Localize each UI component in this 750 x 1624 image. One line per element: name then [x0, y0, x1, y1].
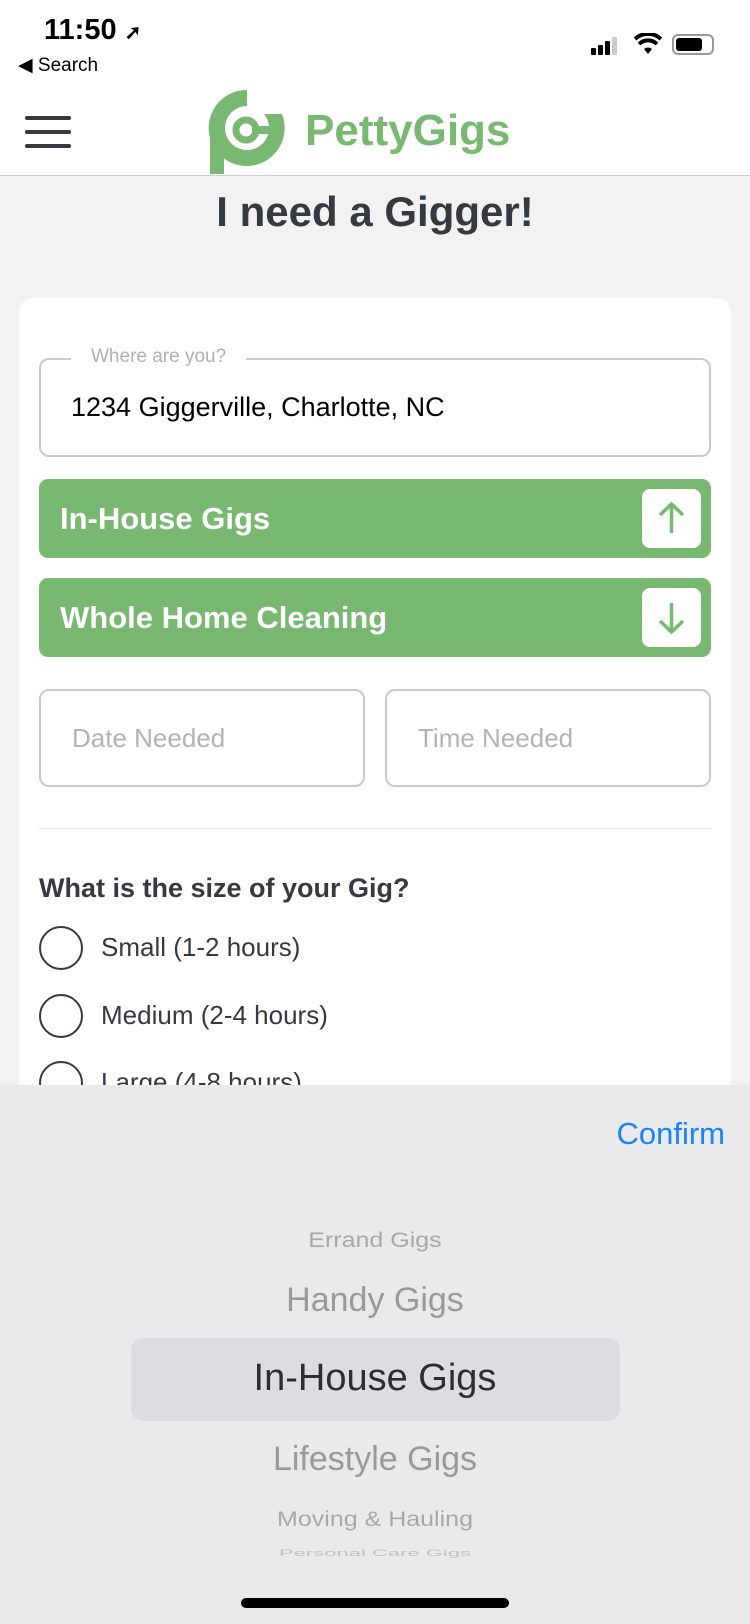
arrow-down-icon [642, 588, 701, 647]
radio-small[interactable] [39, 926, 83, 970]
radio-medium[interactable] [39, 994, 83, 1038]
time-needed-input[interactable]: Time Needed [385, 689, 711, 787]
battery-icon [672, 34, 714, 55]
gig-request-form: Where are you? 1234 Giggerville, Charlot… [19, 298, 731, 1198]
divider [39, 828, 711, 829]
time-placeholder: Time Needed [418, 723, 574, 753]
location-legend: Where are you? [71, 346, 247, 368]
radio-label-small: Small (1-2 hours) [101, 932, 301, 962]
pettygigs-logo-icon [208, 89, 285, 174]
date-placeholder: Date Needed [72, 723, 226, 753]
signal-icon [591, 37, 621, 55]
back-triangle-icon: ◀ [18, 55, 33, 76]
confirm-button[interactable]: Confirm [616, 1116, 725, 1152]
category-label: In-House Gigs [60, 501, 271, 536]
wifi-icon [634, 33, 662, 54]
page-title: I need a Gigger! [216, 188, 534, 235]
status-time: 11:50 ➚ [44, 14, 142, 46]
radio-label-medium: Medium (2-4 hours) [101, 1000, 328, 1030]
picker-option[interactable]: Personal Care Gigs [0, 1548, 750, 1558]
date-needed-input[interactable]: Date Needed [39, 689, 365, 787]
picker-option[interactable]: Lifestyle Gigs [0, 1440, 750, 1479]
subcategory-select[interactable]: Whole Home Cleaning [39, 578, 711, 657]
picker-option[interactable]: Errand Gigs [0, 1228, 750, 1253]
status-bar: 11:50 ➚ ◀ Search [0, 0, 750, 90]
back-to-search-link[interactable]: ◀ Search [18, 54, 98, 77]
arrow-up-icon [642, 489, 701, 548]
picker-option[interactable]: Handy Gigs [0, 1281, 750, 1320]
size-question: What is the size of your Gig? [39, 873, 410, 903]
subcategory-label: Whole Home Cleaning [60, 600, 388, 635]
hamburger-menu-icon[interactable] [0, 90, 90, 176]
location-value: 1234 Giggerville, Charlotte, NC [71, 392, 445, 422]
picker-option[interactable]: Moving & Hauling [0, 1507, 750, 1532]
category-picker-sheet: Confirm Errand Gigs Handy Gigs In-House … [0, 1085, 750, 1624]
category-select[interactable]: In-House Gigs [39, 479, 711, 558]
app-header: PettyGigs [0, 89, 750, 176]
location-input[interactable]: Where are you? 1234 Giggerville, Charlot… [39, 346, 711, 457]
logo-text: PettyGigs [305, 106, 511, 155]
home-indicator [241, 1598, 509, 1608]
picker-option-selected[interactable]: In-House Gigs [0, 1357, 750, 1400]
